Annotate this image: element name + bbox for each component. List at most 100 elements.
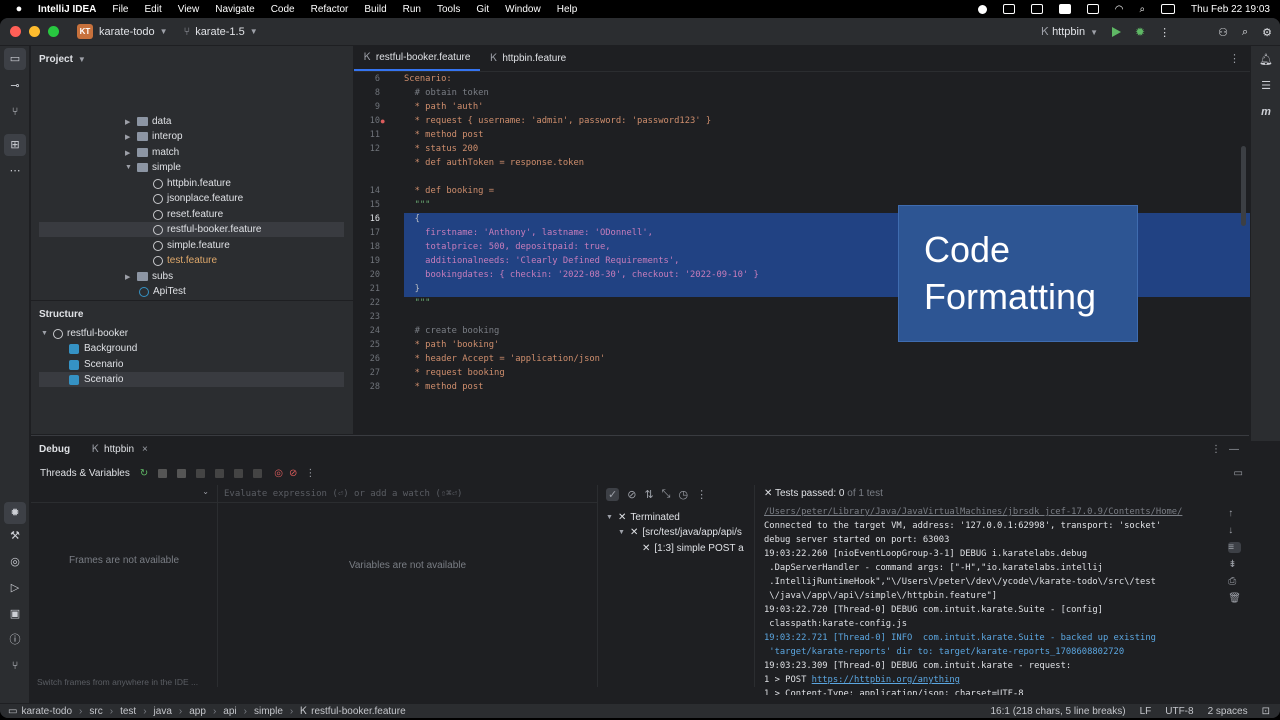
show-ignored-icon[interactable]: ⊘ <box>627 488 636 501</box>
lock-icon[interactable]: ⊡ <box>1262 706 1270 717</box>
tree-folder[interactable]: ▶ data <box>125 114 171 129</box>
breadcrumb-item[interactable]: src <box>89 706 102 717</box>
terminal-icon[interactable]: ▣ <box>7 606 23 622</box>
pause-icon[interactable] <box>196 468 206 478</box>
breadcrumb-item[interactable]: simple <box>254 706 283 717</box>
maven-icon[interactable]: m <box>1258 104 1274 120</box>
project-panel-header[interactable]: Project ▼ <box>31 46 353 72</box>
tree-folder[interactable]: ▼ simple <box>125 160 181 175</box>
more-icon[interactable]: ⋮ <box>305 468 315 479</box>
test-node[interactable]: ✕ [1:3] simple POST a <box>642 541 744 556</box>
close-icon[interactable]: × <box>142 444 148 455</box>
view-breakpoints-icon[interactable]: ◎ <box>274 468 283 479</box>
step-into-icon[interactable] <box>234 468 244 478</box>
battery-icon[interactable] <box>1086 4 1099 14</box>
clock[interactable]: Thu Feb 22 19:03 <box>1191 4 1270 15</box>
editor-scrollbar[interactable] <box>1241 146 1246 226</box>
structure-icon[interactable]: ⊞ <box>4 134 26 156</box>
tree-file[interactable]: httpbin.feature <box>153 176 231 191</box>
scroll-end-icon[interactable]: ⇟ <box>1228 559 1241 570</box>
tab-httpbin[interactable]: Ꮶhttpbin.feature <box>480 45 576 71</box>
step-out-icon[interactable] <box>253 468 263 478</box>
structure-item-selected[interactable]: Scenario <box>39 372 344 387</box>
display-icon[interactable] <box>1030 4 1043 14</box>
soft-wrap-icon[interactable]: ≡ <box>1228 542 1241 553</box>
minimize-icon[interactable]: — <box>1229 444 1239 455</box>
indent-setting[interactable]: 2 spaces <box>1208 706 1248 717</box>
breadcrumb-item[interactable]: api <box>223 706 236 717</box>
tree-file[interactable]: reset.feature <box>153 207 223 222</box>
more-tools-icon[interactable]: ⋯ <box>7 163 23 179</box>
sort-icon[interactable]: ⇅ <box>644 488 653 501</box>
add-user-icon[interactable]: ⚇ <box>1218 26 1228 39</box>
commit-icon[interactable]: ⊸ <box>7 78 23 94</box>
menu-build[interactable]: Build <box>364 4 386 15</box>
menu-tools[interactable]: Tools <box>437 4 460 15</box>
tree-folder[interactable]: ▶ subs <box>125 269 173 284</box>
threads-variables-tab[interactable]: Threads & Variables <box>40 468 130 479</box>
keyboard-icon[interactable] <box>1058 4 1071 14</box>
menu-app-name[interactable]: IntelliJ IDEA <box>38 4 96 15</box>
more-icon[interactable]: ⋮ <box>1229 52 1240 65</box>
evaluate-expression-input[interactable]: Evaluate expression (⏎) or add a watch (… <box>218 485 597 503</box>
print-icon[interactable]: ⎙ <box>1228 576 1241 587</box>
menu-git[interactable]: Git <box>476 4 489 15</box>
debug-session-tab[interactable]: httpbin <box>104 444 134 455</box>
more-icon[interactable]: ⋮ <box>1211 444 1221 455</box>
tree-folder[interactable]: ▶ match <box>125 145 179 160</box>
git-icon[interactable]: ⑂ <box>7 658 23 674</box>
breadcrumb-item[interactable]: karate-todo <box>21 706 72 717</box>
services-icon[interactable]: ◎ <box>7 554 23 570</box>
console-output[interactable]: ✕ Tests passed: 0 of 1 test /Users/peter… <box>755 485 1225 695</box>
step-over-icon[interactable] <box>215 468 225 478</box>
mute-breakpoints-icon[interactable]: ⊘ <box>289 468 297 479</box>
trash-icon[interactable]: 🗑︎ <box>1228 593 1241 604</box>
zoom-window-button[interactable] <box>48 26 59 37</box>
branch-switcher[interactable]: ⑂ karate-1.5 ▼ <box>184 26 258 38</box>
line-separator[interactable]: LF <box>1140 706 1152 717</box>
notifications-icon[interactable]: 🔔︎ <box>1258 52 1274 68</box>
caret-position[interactable]: 16:1 (218 chars, 5 line breaks) <box>990 706 1125 717</box>
tree-file[interactable]: simple.feature <box>153 238 230 253</box>
run-config-selector[interactable]: Ꮶ httpbin ▼ <box>1041 26 1098 39</box>
menu-run[interactable]: Run <box>403 4 421 15</box>
menu-edit[interactable]: Edit <box>144 4 161 15</box>
rerun-icon[interactable]: ↻ <box>140 468 148 479</box>
test-node[interactable]: ▼ ✕ Terminated <box>606 510 680 525</box>
thread-selector[interactable]: ⌄ <box>31 485 217 503</box>
menu-help[interactable]: Help <box>557 4 578 15</box>
breadcrumb-item[interactable]: restful-booker.feature <box>311 706 406 717</box>
tree-folder[interactable]: ▶ interop <box>125 129 183 144</box>
run-icon[interactable] <box>1112 27 1122 37</box>
history-icon[interactable]: ◷ <box>678 488 688 501</box>
breakpoint-icon[interactable]: ● <box>380 116 385 126</box>
collapse-icon[interactable]: ⤡ <box>662 488 671 501</box>
test-node[interactable]: ▼ ✕ [src/test/java/app/api/s <box>618 525 742 540</box>
console-link[interactable]: https://httpbin.org/anything <box>812 675 960 685</box>
down-icon[interactable]: ↓ <box>1228 525 1241 536</box>
menu-view[interactable]: View <box>178 4 200 15</box>
screen-icon[interactable] <box>1002 4 1015 14</box>
tree-file[interactable]: jsonplace.feature <box>153 191 243 206</box>
minimize-window-button[interactable] <box>29 26 40 37</box>
layout-icon[interactable]: ▭ <box>1234 468 1243 479</box>
breadcrumb-item[interactable]: app <box>189 706 206 717</box>
search-icon[interactable]: ⌕ <box>1139 4 1145 15</box>
more-icon[interactable]: ⋮ <box>696 488 707 501</box>
tree-file[interactable]: test.feature <box>153 253 217 268</box>
up-icon[interactable]: ↑ <box>1228 508 1241 519</box>
database-icon[interactable]: ☰ <box>1258 78 1274 94</box>
structure-item[interactable]: Background <box>69 341 137 356</box>
project-switcher[interactable]: KT karate-todo ▼ <box>77 24 168 39</box>
build-icon[interactable]: ⚒ <box>7 528 23 544</box>
pull-request-icon[interactable]: ⑂ <box>7 104 23 120</box>
structure-item[interactable]: Scenario <box>69 357 123 372</box>
menu-navigate[interactable]: Navigate <box>215 4 254 15</box>
resume-icon[interactable] <box>177 468 187 478</box>
run-tool-icon[interactable]: ▷ <box>7 580 23 596</box>
close-window-button[interactable] <box>10 26 21 37</box>
record-icon[interactable] <box>977 4 987 14</box>
structure-root[interactable]: ▼ restful-booker <box>41 326 128 341</box>
settings-icon[interactable]: ⚙ <box>1262 26 1272 39</box>
menu-code[interactable]: Code <box>271 4 295 15</box>
